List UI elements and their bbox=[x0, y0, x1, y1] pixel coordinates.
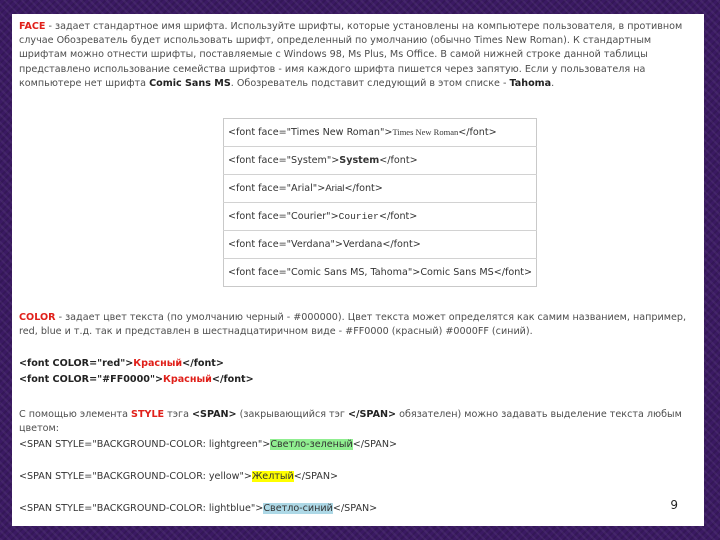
color-example-1: <font COLOR="red">Красный</font> bbox=[19, 358, 224, 369]
row-close: </font> bbox=[458, 127, 497, 138]
row-close: </font> bbox=[382, 239, 421, 250]
color-term: COLOR bbox=[19, 312, 56, 323]
table-row: <font face="Courier">Courier</font> bbox=[223, 202, 537, 231]
row-close: </font> bbox=[493, 267, 533, 278]
row-sample: Comic Sans MS bbox=[420, 267, 494, 278]
span-example-1: <SPAN STYLE="BACKGROUND-COLOR: lightgree… bbox=[19, 439, 398, 450]
table-row: <font face="System">System</font> bbox=[223, 146, 537, 175]
row-open: <font face="System"> bbox=[228, 155, 340, 166]
face-end: . bbox=[551, 77, 555, 89]
span-example-3: <SPAN STYLE="BACKGROUND-COLOR: lightblue… bbox=[19, 503, 378, 514]
row-sample: Arial bbox=[325, 183, 345, 194]
color-example-2: <font COLOR="#FF0000">Красный</font> bbox=[19, 374, 254, 385]
row-sample: Times New Roman bbox=[392, 127, 459, 137]
face-text2: . Обозреватель подставит следующий в это… bbox=[230, 77, 510, 89]
color-paragraph: COLOR - задает цвет текста (по умолчанию… bbox=[19, 311, 699, 339]
span-example-2: <SPAN STYLE="BACKGROUND-COLOR: yellow">Ж… bbox=[19, 471, 339, 482]
style-term: STYLE bbox=[131, 409, 165, 420]
row-open: <font face="Verdana"> bbox=[228, 239, 343, 250]
row-close: </font> bbox=[378, 211, 418, 222]
span-paragraph: С помощью элемента STYLE тэга <SPAN> (за… bbox=[19, 409, 682, 435]
face-font1: Comic Sans MS bbox=[149, 77, 231, 89]
row-open: <font face="Times New Roman"> bbox=[228, 127, 393, 138]
row-sample: Verdana bbox=[342, 239, 383, 250]
table-row: <font face="Times New Roman">Times New R… bbox=[224, 119, 537, 147]
row-sample: Courier bbox=[338, 211, 379, 222]
row-open: <font face="Arial"> bbox=[228, 183, 326, 194]
table-row: <font face="Arial">Arial</font> bbox=[223, 174, 537, 203]
color-text: - задает цвет текста (по умолчанию черны… bbox=[19, 312, 687, 338]
face-paragraph: FACE - задает стандартное имя шрифта. Ис… bbox=[19, 20, 699, 91]
row-close: </font> bbox=[344, 183, 383, 194]
face-font2: Tahoma bbox=[509, 77, 552, 89]
row-sample: System bbox=[339, 155, 380, 166]
slide: FACE - задает стандартное имя шрифта. Ис… bbox=[12, 14, 704, 526]
page-number: 9 bbox=[670, 498, 678, 512]
row-close: </font> bbox=[379, 155, 418, 166]
span-close-term: </SPAN> bbox=[347, 409, 397, 420]
table-row: <font face="Comic Sans MS, Tahoma">Comic… bbox=[223, 258, 537, 287]
row-open: <font face="Comic Sans MS, Tahoma"> bbox=[228, 267, 421, 278]
span-term: <SPAN> bbox=[192, 409, 237, 420]
table-row: <font face="Verdana">Verdana</font> bbox=[223, 230, 537, 259]
row-open: <font face="Courier"> bbox=[228, 211, 339, 222]
face-term: FACE bbox=[19, 21, 46, 32]
font-face-table: <font face="Times New Roman">Times New R… bbox=[223, 118, 538, 287]
